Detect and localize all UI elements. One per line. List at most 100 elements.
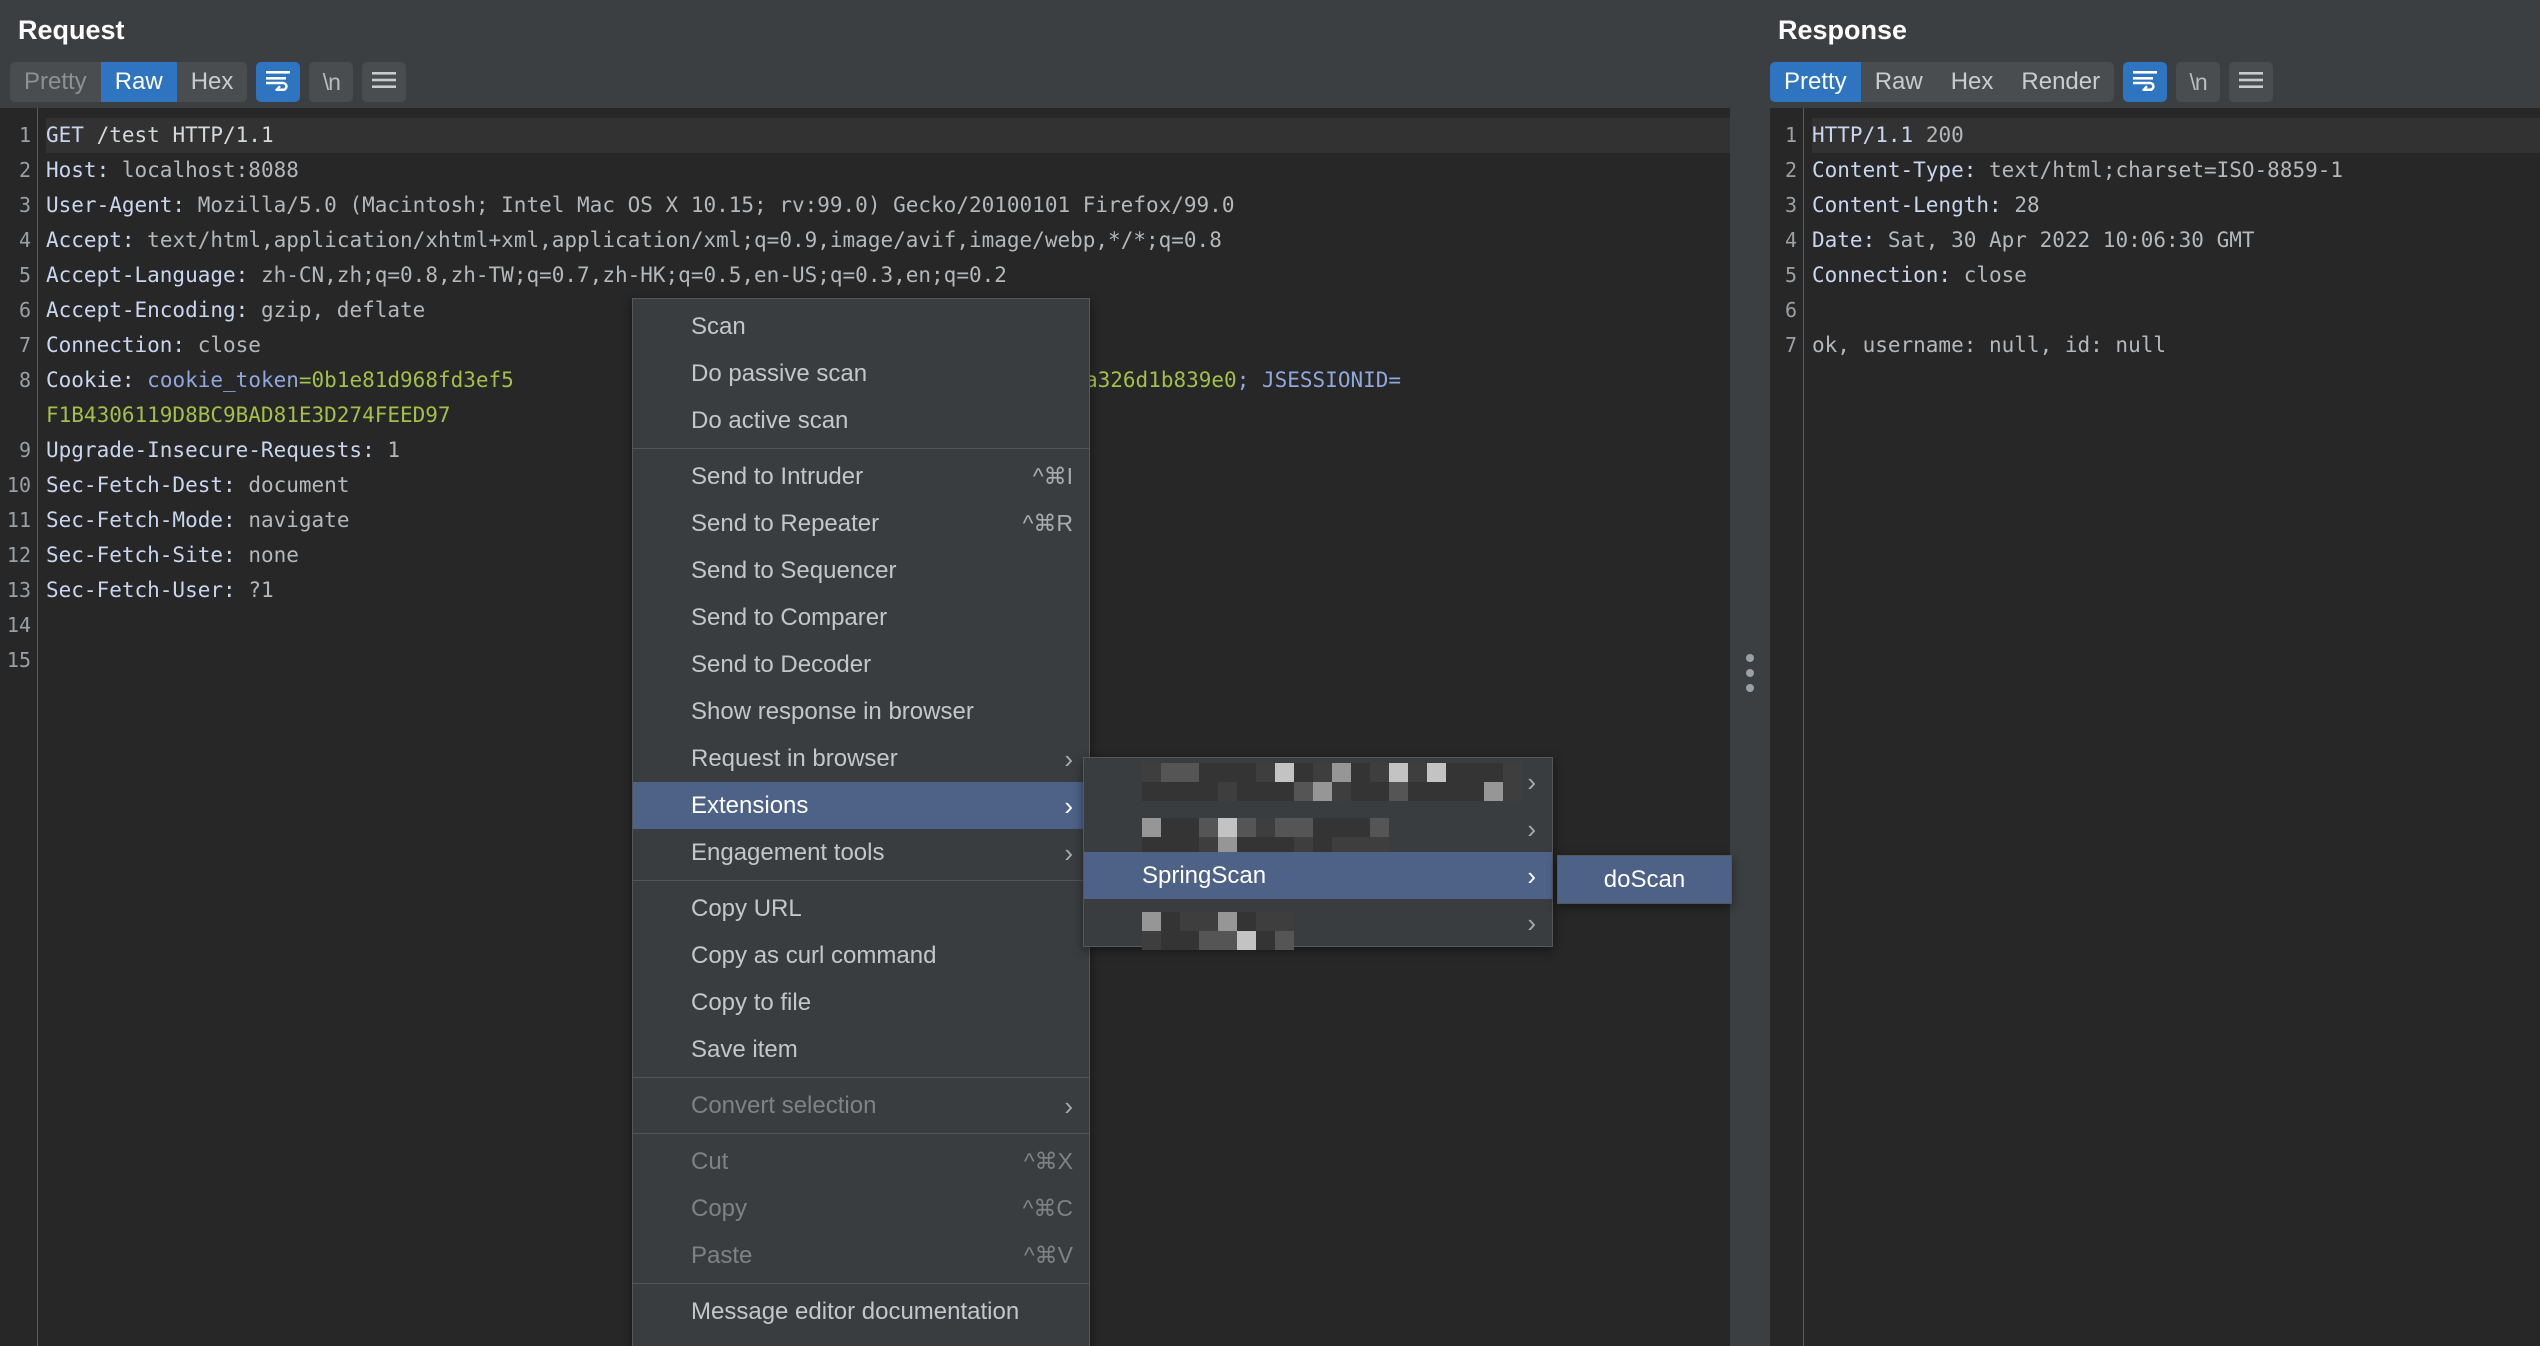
chevron-right-icon: › [1527,813,1536,844]
line-number: 11 [6,508,31,532]
line-number: 10 [6,473,31,497]
code-line: HTTP/1.1 200 [1812,118,2540,153]
line-number [0,398,31,433]
menu-item-copy-url[interactable]: Copy URL [633,885,1089,932]
tab-response-render[interactable]: Render [2007,62,2114,102]
menu-item-send-to-decoder[interactable]: Send to Decoder [633,641,1089,688]
response-editor[interactable]: 1 2 3 4 5 6 7 HTTP/1.1 200 Content-Type: text/h… [1770,108,2540,1346]
request-newline-button[interactable]: \n [309,62,354,102]
menu-item-label: doScan [1603,865,1686,893]
redacted-label [1142,762,1522,801]
menu-item-label: Send to Repeater [691,509,880,537]
line-number: 9 [18,438,31,462]
menu-item-label: SpringScan [1142,861,1267,889]
menu-item-label: Copy [691,1194,748,1222]
line-number: 6 [1784,298,1797,322]
menu-item-send-to-sequencer[interactable]: Send to Sequencer [633,547,1089,594]
menu-item-label: Paste [691,1241,753,1269]
tab-response-pretty[interactable]: Pretty [1770,62,1861,102]
request-word-wrap-button[interactable] [256,62,301,102]
menu-item-label: Send to Sequencer [691,556,897,584]
request-view-tabs: Pretty Raw Hex [10,62,248,102]
tab-request-hex[interactable]: Hex [177,62,248,102]
line-number: 5 [1784,263,1797,287]
code-line: GET /test HTTP/1.1 [46,118,1730,153]
response-view-tabs: Pretty Raw Hex Render [1770,62,2115,102]
chevron-right-icon: › [1527,907,1536,938]
newline-icon: \n [2189,68,2208,95]
menu-item-message-editor-documentation[interactable]: Message editor documentation [633,1288,1089,1335]
menu-item-engagement-tools[interactable]: Engagement tools › [633,829,1089,876]
menu-item-send-to-comparer[interactable]: Send to Comparer [633,594,1089,641]
word-wrap-icon [265,69,291,96]
chevron-right-icon: › [1064,837,1073,868]
menu-item-label: Send to Comparer [691,603,888,631]
menu-item-doscan[interactable]: doScan [1558,856,1731,903]
code-line: User-Agent: Mozilla/5.0 (Macintosh; Inte… [46,193,1235,217]
code-line: Accept-Language: zh-CN,zh;q=0.8,zh-TW;q=… [46,263,1007,287]
menu-item-request-in-browser[interactable]: Request in browser › [633,735,1089,782]
menu-icon [2238,71,2264,94]
menu-item-scan[interactable]: Scan [633,303,1089,350]
menu-item-send-to-intruder[interactable]: Send to Intruder ^⌘I [633,453,1089,500]
chevron-right-icon: › [1064,790,1073,821]
menu-item-springscan[interactable]: SpringScan › [1084,852,1552,899]
menu-item-label: Scan [691,312,746,340]
extensions-submenu[interactable]: › › SpringScan › › [1083,757,1553,950]
menu-item-label: Save item [691,1035,798,1063]
menu-item-copy-as-curl-command[interactable]: Copy as curl command [633,932,1089,979]
menu-icon [371,71,397,94]
menu-item-shortcut: ^⌘R [1022,510,1073,536]
tab-request-pretty[interactable]: Pretty [10,62,101,102]
menu-item-do-passive-scan[interactable]: Do passive scan [633,350,1089,397]
line-number: 2 [1784,158,1797,182]
request-line-numbers: 1 2 3 4 5 6 7 8 9 10 11 12 13 14 15 [0,108,38,1346]
menu-item-cut: Cut ^⌘X [633,1138,1089,1185]
redacted-label [1142,817,1389,856]
line-number: 14 [6,613,31,637]
menu-item-shortcut: ^⌘X [1023,1148,1073,1174]
tab-response-raw[interactable]: Raw [1861,62,1937,102]
menu-item-do-active-scan[interactable]: Do active scan [633,397,1089,444]
code-line: Content-Type: text/html;charset=ISO-8859… [1812,158,2344,182]
redacted-label [1142,911,1294,950]
chevron-right-icon: › [1527,860,1536,891]
menu-separator [633,880,1089,881]
menu-item-show-response-in-browser[interactable]: Show response in browser [633,688,1089,735]
menu-separator [633,448,1089,449]
line-number: 12 [6,543,31,567]
line-number: 13 [6,578,31,602]
menu-item-label: Request in browser [691,744,898,772]
line-number: 7 [18,333,31,357]
menu-item-save-item[interactable]: Save item [633,1026,1089,1073]
response-word-wrap-button[interactable] [2123,62,2168,102]
menu-item-send-to-repeater[interactable]: Send to Repeater ^⌘R [633,500,1089,547]
tab-request-raw[interactable]: Raw [100,62,177,102]
menu-item-redacted[interactable]: › [1084,805,1552,856]
pane-splitter[interactable] [1730,0,1770,1346]
springscan-submenu[interactable]: doScan [1557,855,1732,904]
response-menu-button[interactable] [2229,62,2274,102]
response-newline-button[interactable]: \n [2176,62,2221,102]
tab-response-hex[interactable]: Hex [1937,62,2008,102]
menu-item-extensions[interactable]: Extensions › [633,782,1089,829]
menu-item-redacted[interactable]: › [1084,758,1552,805]
request-menu-button[interactable] [362,62,407,102]
menu-item-redacted[interactable]: › [1084,899,1552,950]
menu-item-label: Copy URL [691,894,802,922]
menu-item-label: Cut [691,1147,729,1175]
menu-item-proxy-history-documentation[interactable]: Proxy history documentation [633,1335,1089,1346]
menu-item-convert-selection: Convert selection › [633,1082,1089,1129]
menu-item-copy-to-file[interactable]: Copy to file [633,979,1089,1026]
menu-item-label: Do passive scan [691,359,868,387]
code-line: ok, username: null, id: null [1812,333,2167,357]
menu-separator [633,1283,1089,1284]
context-menu[interactable]: Scan Do passive scan Do active scan Send to… [632,298,1090,1346]
menu-separator [633,1133,1089,1134]
line-number: 6 [18,298,31,322]
line-number: 3 [18,193,31,217]
response-code[interactable]: HTTP/1.1 200 Content-Type: text/html;char… [1812,108,2540,1346]
menu-item-label: Copy as curl command [691,941,937,969]
line-number: 4 [1784,228,1797,252]
